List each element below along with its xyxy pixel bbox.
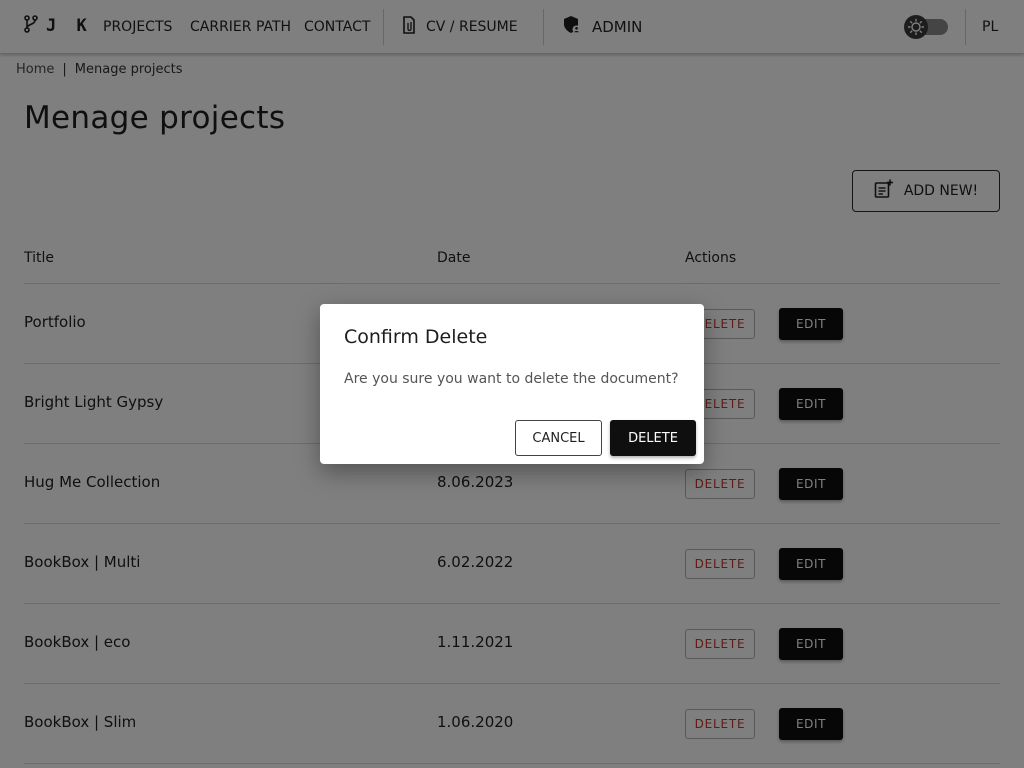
dialog-message: Are you sure you want to delete the docu… [344,371,679,387]
dialog-title: Confirm Delete [344,326,488,348]
cancel-button[interactable]: CANCEL [515,420,602,456]
confirm-delete-button[interactable]: DELETE [610,420,696,456]
confirm-delete-dialog: Confirm Delete Are you sure you want to … [320,304,704,464]
